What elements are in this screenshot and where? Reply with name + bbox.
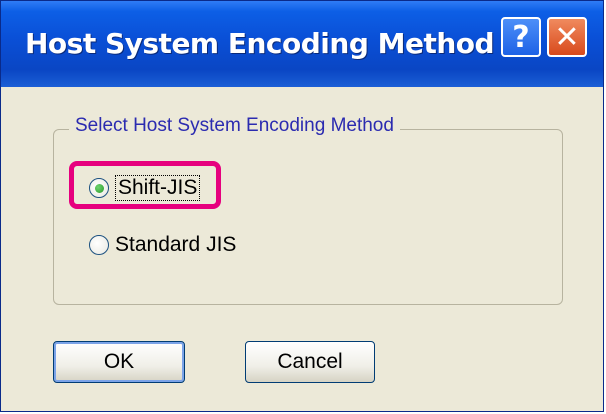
help-button[interactable]: ?	[501, 17, 541, 57]
close-icon: ✕	[554, 19, 580, 55]
dialog-window: Host System Encoding Method ? ✕ Select H…	[0, 0, 604, 412]
radio-standard-jis[interactable]: Standard JIS	[89, 233, 236, 257]
encoding-groupbox	[53, 129, 563, 305]
cancel-button[interactable]: Cancel	[245, 341, 375, 383]
help-icon: ?	[512, 19, 530, 55]
radio-standard-jis-label[interactable]: Standard JIS	[115, 233, 236, 257]
ok-button[interactable]: OK	[53, 341, 185, 383]
title-bar[interactable]: Host System Encoding Method ? ✕	[1, 1, 603, 87]
groupbox-legend: Select Host System Encoding Method	[69, 115, 400, 137]
radio-standard-jis-indicator[interactable]	[89, 235, 109, 255]
close-button[interactable]: ✕	[547, 17, 587, 57]
dialog-title: Host System Encoding Method	[25, 27, 495, 60]
annotation-highlight-box	[69, 161, 221, 209]
